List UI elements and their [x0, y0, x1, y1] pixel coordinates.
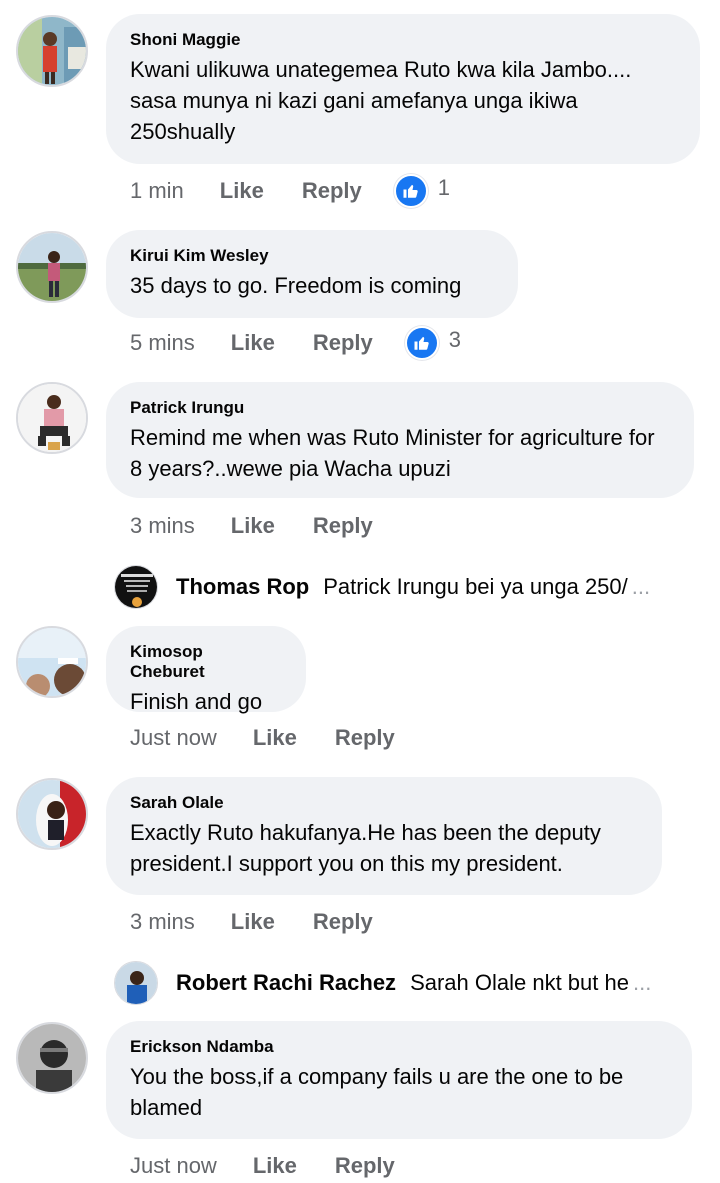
reply-preview[interactable]: Thomas Rop Patrick Irungu bei ya unga 25… — [114, 564, 704, 610]
reply-text: Sarah Olale nkt but he — [410, 970, 629, 995]
like-button[interactable]: Like — [231, 909, 275, 935]
comment-actions: 5 mins Like Reply 3 — [130, 326, 461, 360]
thumbs-up-icon — [404, 326, 439, 360]
comment-bubble: Shoni Maggie Kwani ulikuwa unategemea Ru… — [106, 14, 700, 164]
reaction-count: 3 — [448, 327, 461, 352]
comment-text: Remind me when was Ruto Minister for agr… — [130, 425, 655, 481]
avatar[interactable] — [16, 382, 88, 454]
avatar[interactable] — [16, 15, 88, 87]
comment-text: Kwani ulikuwa unategemea Ruto kwa kila J… — [130, 57, 632, 144]
comment-author[interactable]: Kirui Kim Wesley — [130, 246, 494, 266]
like-button[interactable]: Like — [253, 1153, 297, 1179]
like-button[interactable]: Like — [231, 330, 275, 356]
comment-bubble: Kirui Kim Wesley 35 days to go. Freedom … — [106, 230, 518, 318]
reply-avatar[interactable] — [114, 565, 158, 609]
comment-text: Exactly Ruto hakufanya.He has been the d… — [130, 820, 601, 876]
comment-bubble: Kimosop Cheburet Finish and go — [106, 626, 306, 714]
comment-author[interactable]: Shoni Maggie — [130, 30, 676, 50]
comment-time[interactable]: 1 min — [130, 178, 184, 204]
avatar[interactable] — [16, 778, 88, 850]
comment-bubble: Sarah Olale Exactly Ruto hakufanya.He ha… — [106, 777, 662, 895]
thumbs-up-icon — [393, 174, 428, 208]
comment-author[interactable]: Sarah Olale — [130, 793, 638, 813]
reply-button[interactable]: Reply — [335, 1153, 395, 1179]
comment-bubble: Erickson Ndamba You the boss,if a compan… — [106, 1021, 692, 1139]
comment-author[interactable]: Kimosop Cheburet — [130, 642, 282, 682]
reply-author[interactable]: Thomas Rop — [176, 574, 309, 600]
comment-text: You the boss,if a company fails u are th… — [130, 1064, 624, 1120]
reply-button[interactable]: Reply — [335, 725, 395, 751]
reaction-summary[interactable]: 1 — [393, 174, 450, 208]
like-button[interactable]: Like — [220, 178, 264, 204]
reply-text: Patrick Irungu bei ya unga 250/ — [323, 574, 628, 599]
like-button[interactable]: Like — [253, 725, 297, 751]
reaction-summary[interactable]: 3 — [404, 326, 461, 360]
reply-button[interactable]: Reply — [313, 513, 373, 539]
avatar[interactable] — [16, 1022, 88, 1094]
reply-avatar[interactable] — [114, 961, 158, 1005]
comment-time[interactable]: 3 mins — [130, 909, 195, 935]
comment-time[interactable]: Just now — [130, 725, 217, 751]
comment-actions: 1 min Like Reply 1 — [130, 174, 450, 208]
comment-actions: Just now Like Reply — [130, 1149, 433, 1183]
comment-time[interactable]: Just now — [130, 1153, 217, 1179]
comment-time[interactable]: 5 mins — [130, 330, 195, 356]
reply-ellipsis: ... — [631, 574, 651, 599]
reply-button[interactable]: Reply — [313, 909, 373, 935]
reply-button[interactable]: Reply — [302, 178, 362, 204]
like-button[interactable]: Like — [231, 513, 275, 539]
comment-author[interactable]: Erickson Ndamba — [130, 1037, 668, 1057]
comment-actions: 3 mins Like Reply — [130, 509, 411, 543]
comment-text: 35 days to go. Freedom is coming — [130, 273, 462, 298]
comment-text: Finish and go — [130, 689, 263, 714]
avatar[interactable] — [16, 626, 88, 698]
comment-actions: 3 mins Like Reply — [130, 905, 411, 939]
comment-actions: Just now Like Reply — [130, 721, 433, 755]
comment-bubble: Patrick Irungu Remind me when was Ruto M… — [106, 382, 694, 498]
reply-preview[interactable]: Robert Rachi Rachez Sarah Olale nkt but … — [114, 960, 704, 1006]
reply-author[interactable]: Robert Rachi Rachez — [176, 970, 396, 996]
comment-time[interactable]: 3 mins — [130, 513, 195, 539]
reply-button[interactable]: Reply — [313, 330, 373, 356]
comment-author[interactable]: Patrick Irungu — [130, 398, 670, 418]
avatar[interactable] — [16, 231, 88, 303]
reaction-count: 1 — [437, 175, 450, 200]
reply-ellipsis: ... — [632, 970, 652, 995]
